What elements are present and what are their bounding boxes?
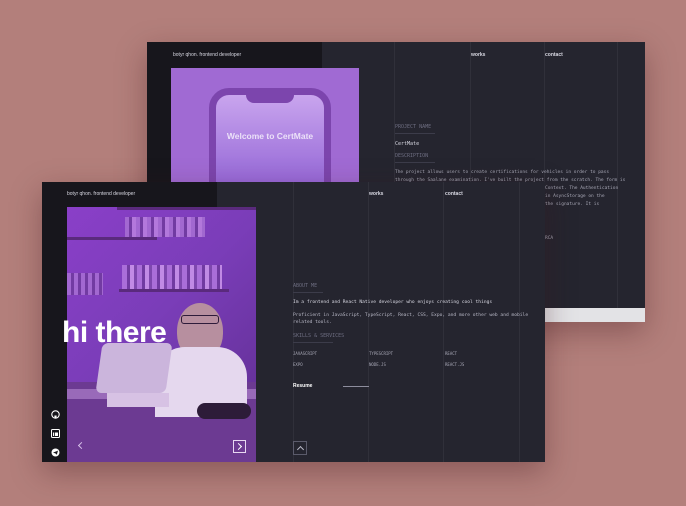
chevron-up-icon — [296, 445, 304, 453]
front-window: botyr qhon. frontend developer works con… — [42, 182, 545, 462]
phone-title: Welcome to CertMate — [226, 131, 314, 141]
hero-title: hi there — [62, 316, 167, 349]
chevron-left-icon — [77, 441, 86, 450]
description-label: DESCRIPTION — [395, 153, 429, 159]
nav-contact[interactable]: contact — [445, 191, 463, 197]
about-line-2a: Proficient in JavaScript, TypeScript, Re… — [293, 313, 529, 318]
project-name-label: PROJECT NAME — [395, 124, 432, 130]
nav-works[interactable]: works — [471, 52, 485, 58]
skill-item: EXPO — [293, 362, 303, 367]
phone-mockup: Welcome to CertMate — [209, 88, 331, 184]
skills-label: SKILLS & SERVICES — [293, 333, 345, 339]
prev-arrow-button[interactable] — [75, 440, 86, 451]
telegram-icon[interactable] — [51, 442, 60, 457]
resume-link[interactable]: Resume — [293, 383, 373, 391]
brand[interactable]: botyr qhon. frontend developer — [67, 191, 135, 197]
description-line-1: The project allows users to create certi… — [395, 170, 610, 175]
project-image[interactable]: Welcome to CertMate — [171, 68, 359, 184]
skill-item: TYPESCRIPT — [369, 351, 394, 356]
description-fragment-1: Context. The Authentication — [545, 186, 619, 191]
about-line-2b: related tools. — [293, 320, 332, 325]
description-fragment-3: the signature. It is — [545, 202, 600, 207]
arrow-right-icon — [343, 386, 369, 387]
linkedin-icon[interactable] — [51, 423, 60, 438]
about-line-1: Im a frontend and React Native developer… — [293, 300, 493, 305]
brand[interactable]: botyr qhon. frontend developer — [173, 52, 241, 58]
description-fragment-5: RCA — [545, 236, 554, 241]
scroll-top-button[interactable] — [293, 441, 307, 455]
skill-item: REACT — [445, 351, 458, 356]
nav-contact[interactable]: contact — [545, 52, 563, 58]
next-arrow-button[interactable] — [233, 440, 246, 453]
resume-label: Resume — [293, 383, 313, 389]
skill-item: JAVASCRIPT — [293, 351, 318, 356]
project-name: CertMate — [395, 141, 420, 147]
skill-item: REACT.JS — [445, 362, 465, 367]
description-fragment-2: in AsyncStorage on the — [545, 194, 605, 199]
about-label: ABOUT ME — [293, 283, 318, 289]
nav-works[interactable]: works — [369, 191, 383, 197]
chevron-right-icon — [234, 442, 243, 451]
skill-item: NODE.JS — [369, 362, 386, 367]
github-icon[interactable] — [51, 404, 60, 419]
